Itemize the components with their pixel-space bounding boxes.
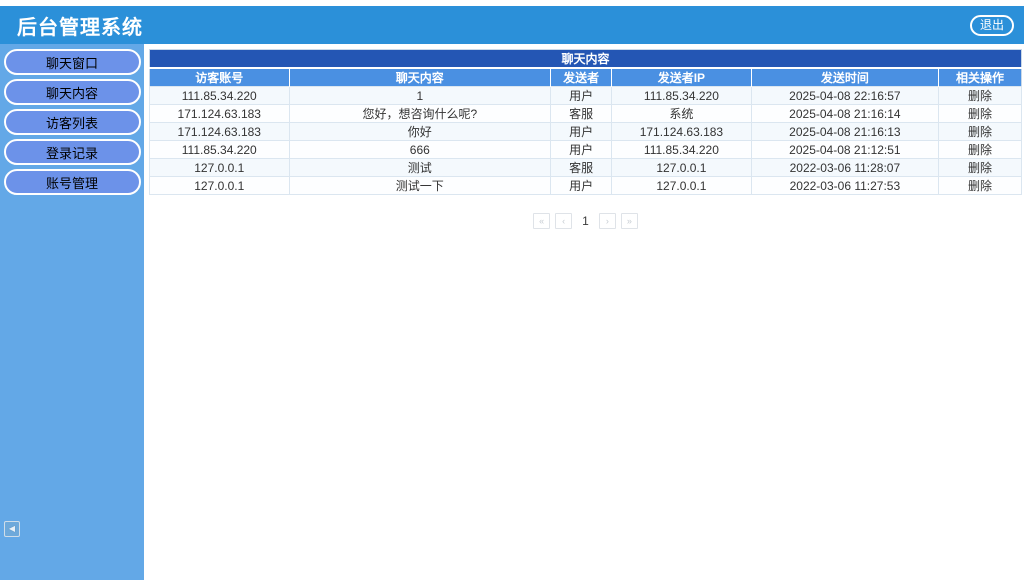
pagination-current-page: 1 (582, 214, 589, 228)
sender-ip-cell: 111.85.34.220 (611, 86, 752, 105)
column-header-sender-ip: 发送者IP (611, 68, 752, 87)
sender-cell: 用户 (550, 86, 613, 105)
visitor-account-cell: 111.85.34.220 (149, 86, 290, 105)
visitor-account-cell: 171.124.63.183 (149, 104, 290, 123)
chat-content-cell: 测试一下 (288, 176, 552, 195)
column-header-sender: 发送者 (550, 68, 612, 87)
delete-action[interactable]: 删除 (938, 176, 1022, 195)
sender-ip-cell: 127.0.0.1 (611, 158, 752, 177)
table-row: 171.124.63.183 您好，想咨询什么呢? 客服 系统 2025-04-08 2… (149, 104, 1022, 123)
pagination-last-button[interactable]: » (620, 213, 638, 229)
page-title: 后台管理系统 (17, 16, 143, 39)
layout: 聊天窗口 聊天内容 访客列表 登录记录 账号管理 ◀ 聊天内容 访客账号 聊天内… (0, 44, 1024, 580)
column-header-chat-content: 聊天内容 (288, 68, 551, 87)
pagination-next-button[interactable]: › (598, 213, 616, 229)
collapse-arrow-icon: ◀ (8, 524, 16, 533)
sidebar: 聊天窗口 聊天内容 访客列表 登录记录 账号管理 ◀ (0, 44, 144, 580)
send-time-cell: 2025-04-08 21:16:14 (750, 104, 940, 123)
sender-ip-cell: 127.0.0.1 (611, 176, 752, 195)
sender-cell: 用户 (550, 140, 613, 159)
delete-action[interactable]: 删除 (938, 140, 1022, 159)
chat-content-table: 聊天内容 访客账号 聊天内容 发送者 发送者IP 发送时间 相关操作 111.8… (149, 49, 1022, 195)
sidebar-item-visitor-list[interactable]: 访客列表 (3, 109, 141, 135)
sidebar-item-chat-window[interactable]: 聊天窗口 (3, 49, 141, 75)
send-time-cell: 2025-04-08 22:16:57 (750, 86, 940, 105)
column-header-visitor-account: 访客账号 (149, 68, 290, 87)
chat-content-cell: 测试 (288, 158, 552, 177)
main-content: 聊天内容 访客账号 聊天内容 发送者 发送者IP 发送时间 相关操作 111.8… (144, 44, 1024, 580)
table-header-row: 访客账号 聊天内容 发送者 发送者IP 发送时间 相关操作 (149, 68, 1022, 87)
send-time-cell: 2022-03-06 11:27:53 (750, 176, 940, 195)
chat-content-cell: 1 (288, 86, 552, 105)
sidebar-collapse-button[interactable]: ◀ (4, 521, 20, 537)
table-body: 111.85.34.220 1 用户 111.85.34.220 2025-04-08 … (149, 86, 1022, 195)
visitor-account-cell: 111.85.34.220 (149, 140, 290, 159)
send-time-cell: 2022-03-06 11:28:07 (750, 158, 940, 177)
sender-ip-cell: 171.124.63.183 (611, 122, 752, 141)
sender-cell: 客服 (550, 104, 613, 123)
app-header: 后台管理系统 退出 (0, 6, 1024, 44)
table-row: 111.85.34.220 666 用户 111.85.34.220 2025-04-0… (149, 140, 1022, 159)
sender-cell: 客服 (550, 158, 613, 177)
chat-content-cell: 你好 (288, 122, 552, 141)
chat-content-cell: 您好，想咨询什么呢? (288, 104, 552, 123)
table-title: 聊天内容 (149, 49, 1022, 69)
column-header-send-time: 发送时间 (750, 68, 939, 87)
sender-ip-cell: 系统 (611, 104, 752, 123)
table-row: 171.124.63.183 你好 用户 171.124.63.183 2025-04-… (149, 122, 1022, 141)
delete-action[interactable]: 删除 (938, 86, 1022, 105)
table-row: 127.0.0.1 测试 客服 127.0.0.1 2022-03-06 11:28:0… (149, 158, 1022, 177)
sidebar-item-account-management[interactable]: 账号管理 (3, 169, 141, 195)
table-title-row: 聊天内容 (149, 49, 1022, 69)
send-time-cell: 2025-04-08 21:12:51 (750, 140, 940, 159)
logout-button[interactable]: 退出 (969, 14, 1014, 36)
sender-ip-cell: 111.85.34.220 (611, 140, 752, 159)
delete-action[interactable]: 删除 (938, 122, 1022, 141)
sidebar-item-chat-content[interactable]: 聊天内容 (3, 79, 141, 105)
delete-action[interactable]: 删除 (938, 158, 1022, 177)
sidebar-item-login-records[interactable]: 登录记录 (3, 139, 141, 165)
pagination: « ‹ 1 › » (149, 213, 1022, 229)
table-row: 111.85.34.220 1 用户 111.85.34.220 2025-04-08 … (149, 86, 1022, 105)
sender-cell: 用户 (550, 176, 613, 195)
delete-action[interactable]: 删除 (938, 104, 1022, 123)
chat-content-cell: 666 (288, 140, 552, 159)
visitor-account-cell: 171.124.63.183 (149, 122, 290, 141)
visitor-account-cell: 127.0.0.1 (149, 176, 290, 195)
pagination-first-button[interactable]: « (533, 213, 551, 229)
column-header-operations: 相关操作 (938, 68, 1022, 87)
send-time-cell: 2025-04-08 21:16:13 (750, 122, 940, 141)
pagination-prev-button[interactable]: ‹ (555, 213, 573, 229)
table-row: 127.0.0.1 测试一下 用户 127.0.0.1 2022-03-06 11:27… (149, 176, 1022, 195)
visitor-account-cell: 127.0.0.1 (149, 158, 290, 177)
sender-cell: 用户 (550, 122, 613, 141)
